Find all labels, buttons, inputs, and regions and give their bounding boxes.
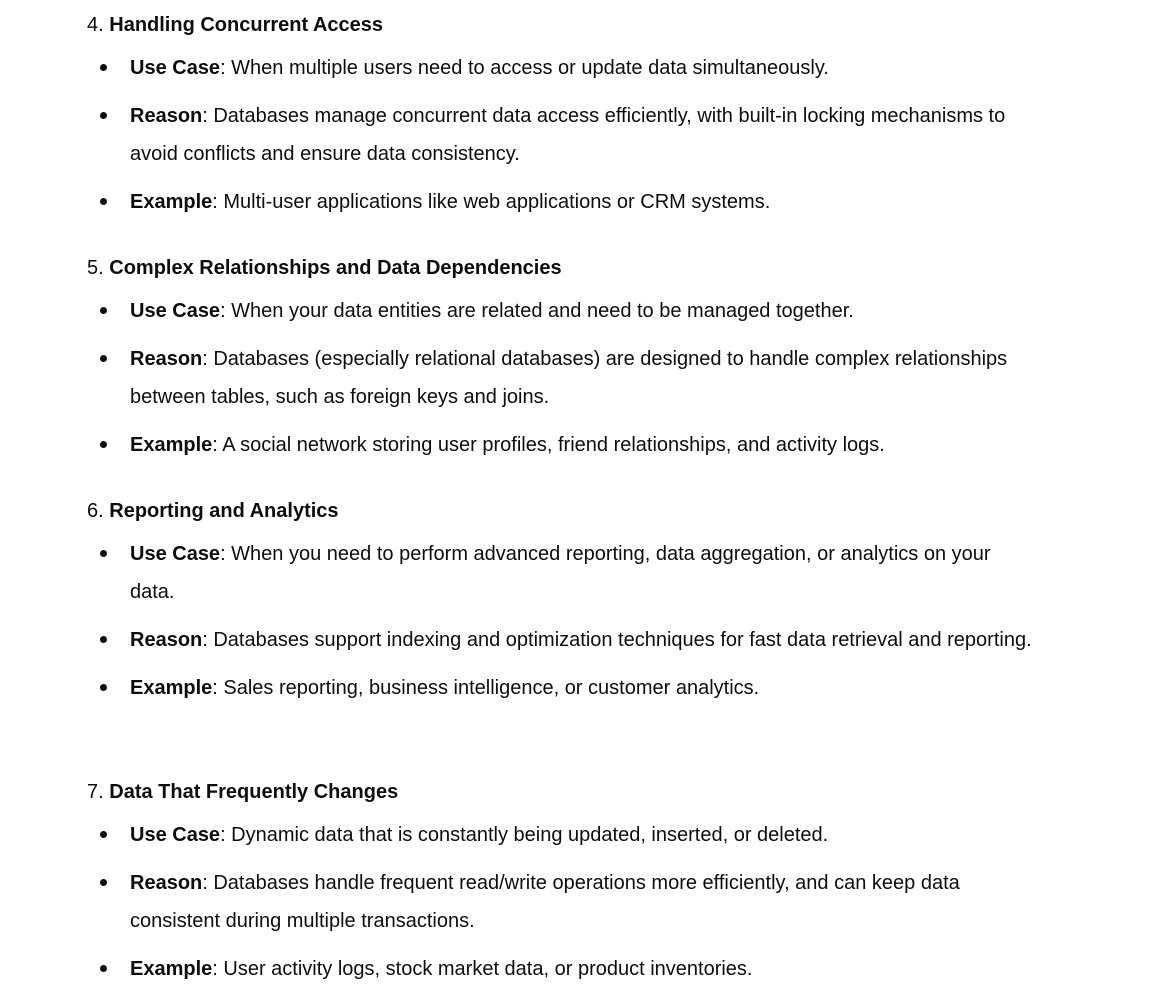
- bullet-icon: [100, 636, 107, 643]
- item-term: Use Case: [130, 543, 221, 565]
- item-term: Reason: [130, 348, 203, 370]
- bullet-list: Use Case: Dynamic data that is constantl…: [87, 816, 1047, 988]
- item-text: : Dynamic data that is constantly being …: [220, 824, 829, 846]
- list-item: Reason: Databases support indexing and o…: [87, 621, 1040, 659]
- section-title: Data That Frequently Changes: [109, 781, 399, 803]
- section-title: Reporting and Analytics: [109, 500, 339, 522]
- bullet-list: Use Case: When you need to perform advan…: [87, 535, 1047, 707]
- bullet-icon: [100, 684, 107, 691]
- item-term: Use Case: [130, 824, 221, 846]
- item-text: : Databases support indexing and optimiz…: [202, 629, 1032, 651]
- list-item: Reason: Databases manage concurrent data…: [87, 97, 1040, 173]
- bullet-icon: [100, 307, 107, 314]
- list-item: Example: User activity logs, stock marke…: [87, 950, 1040, 988]
- section-heading: 7. Data That Frequently Changes: [87, 778, 1047, 806]
- item-text: : When multiple users need to access or …: [220, 57, 829, 79]
- list-item: Use Case: When you need to perform advan…: [87, 535, 1040, 611]
- item-text: : Databases handle frequent read/write o…: [130, 872, 960, 932]
- section-heading: 5. Complex Relationships and Data Depend…: [87, 254, 1047, 282]
- bullet-icon: [100, 831, 107, 838]
- item-term: Example: [130, 191, 213, 213]
- section-heading: 6. Reporting and Analytics: [87, 497, 1047, 525]
- item-text: : A social network storing user profiles…: [212, 434, 885, 456]
- section-number: 4.: [87, 14, 104, 36]
- item-text: : When your data entities are related an…: [220, 300, 854, 322]
- item-term: Use Case: [130, 300, 221, 322]
- bullet-icon: [100, 198, 107, 205]
- item-term: Example: [130, 958, 213, 980]
- section-title: Complex Relationships and Data Dependenc…: [109, 257, 562, 279]
- bullet-list: Use Case: When your data entities are re…: [87, 292, 1047, 464]
- list-item: Use Case: Dynamic data that is constantl…: [87, 816, 1040, 854]
- bullet-icon: [100, 965, 107, 972]
- list-item: Use Case: When multiple users need to ac…: [87, 49, 1040, 87]
- list-item: Reason: Databases handle frequent read/w…: [87, 864, 1040, 940]
- item-text: : Databases (especially relational datab…: [130, 348, 1008, 408]
- item-term: Use Case: [130, 57, 221, 79]
- list-item: Reason: Databases (especially relational…: [87, 340, 1040, 416]
- list-item: Example: A social network storing user p…: [87, 426, 1040, 464]
- bullet-icon: [100, 112, 107, 119]
- section-handling-concurrent-access: 4. Handling Concurrent Access Use Case: …: [87, 0, 1047, 231]
- list-item: Example: Sales reporting, business intel…: [87, 669, 1040, 707]
- item-text: : Sales reporting, business intelligence…: [212, 677, 760, 699]
- item-text: : When you need to perform advanced repo…: [130, 543, 991, 603]
- section-title: Handling Concurrent Access: [109, 14, 384, 36]
- section-heading: 4. Handling Concurrent Access: [87, 11, 1047, 39]
- bullet-icon: [100, 879, 107, 886]
- bullet-list: Use Case: When multiple users need to ac…: [87, 49, 1047, 221]
- list-item: Use Case: When your data entities are re…: [87, 292, 1040, 330]
- item-text: : Multi-user applications like web appli…: [212, 191, 771, 213]
- item-term: Example: [130, 434, 213, 456]
- bullet-icon: [100, 550, 107, 557]
- bullet-icon: [100, 64, 107, 71]
- list-item: Example: Multi-user applications like we…: [87, 183, 1040, 221]
- section-complex-relationships: 5. Complex Relationships and Data Depend…: [87, 243, 1047, 474]
- item-term: Reason: [130, 105, 203, 127]
- section-number: 7.: [87, 781, 104, 803]
- bullet-icon: [100, 441, 107, 448]
- item-term: Reason: [130, 872, 203, 894]
- section-reporting-analytics: 6. Reporting and Analytics Use Case: Whe…: [87, 486, 1047, 717]
- section-number: 6.: [87, 500, 104, 522]
- item-text: : Databases manage concurrent data acces…: [130, 105, 1006, 165]
- item-term: Example: [130, 677, 213, 699]
- section-frequently-changing-data: 7. Data That Frequently Changes Use Case…: [87, 767, 1047, 998]
- item-term: Reason: [130, 629, 203, 651]
- item-text: : User activity logs, stock market data,…: [212, 958, 753, 980]
- bullet-icon: [100, 355, 107, 362]
- section-number: 5.: [87, 257, 104, 279]
